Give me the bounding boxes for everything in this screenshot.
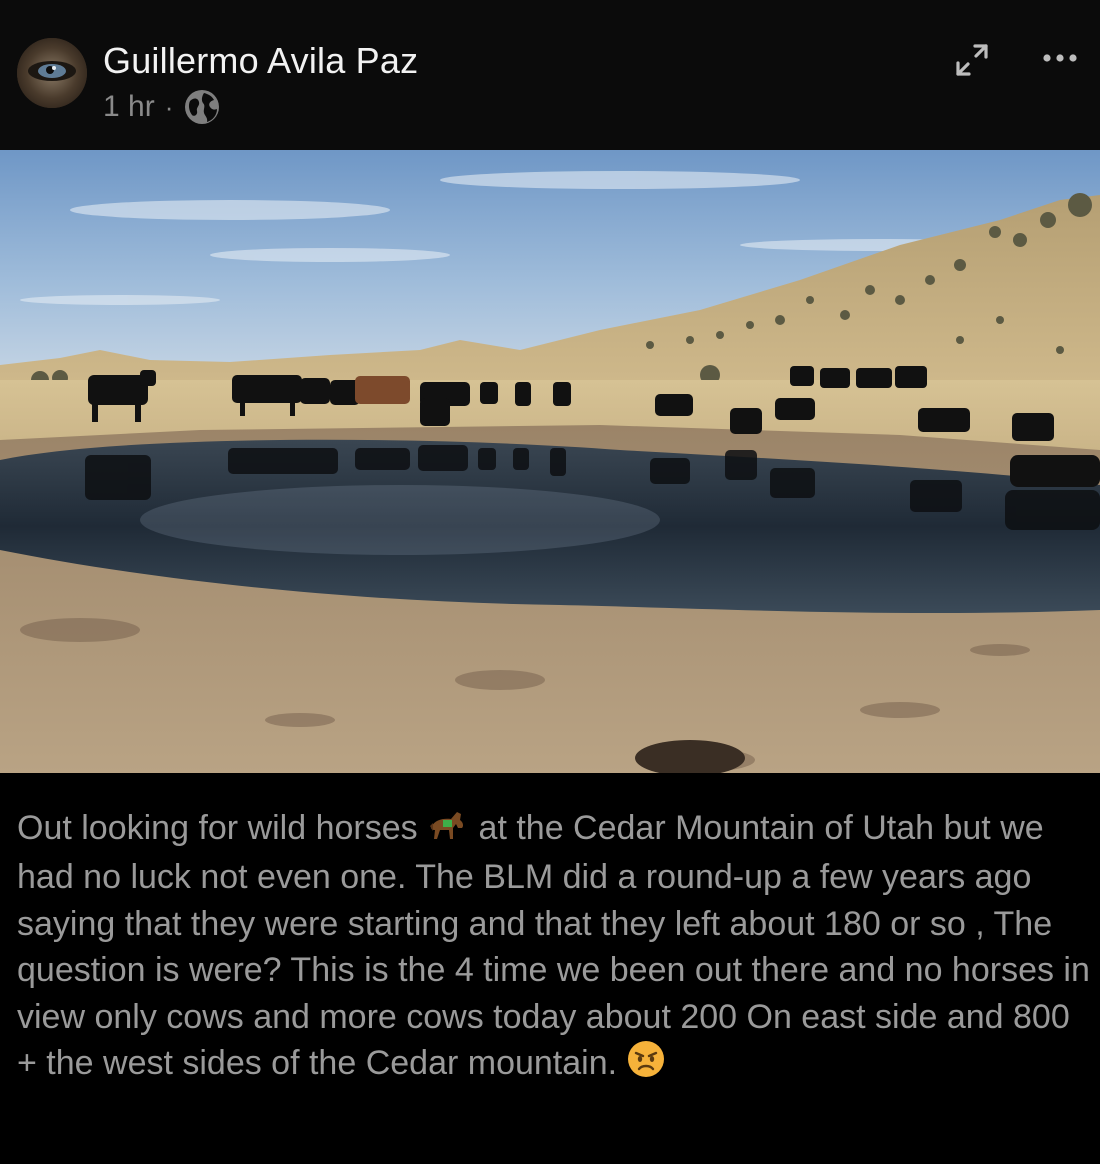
post-photo[interactable]	[0, 150, 1100, 773]
post-text-part-1: Out looking for wild horses	[17, 809, 418, 847]
post-time[interactable]: 1 hr	[103, 90, 155, 124]
post-text: Out looking for wild horses at the Cedar…	[17, 805, 1092, 1091]
horse-emoji	[427, 806, 469, 855]
angry-face-emoji	[627, 1040, 665, 1091]
expand-icon[interactable]	[952, 40, 992, 80]
author-avatar[interactable]	[17, 38, 87, 108]
meta-separator: ·	[164, 91, 174, 122]
post-header: Guillermo Avila Paz 1 hr ·	[0, 0, 1100, 150]
author-name[interactable]: Guillermo Avila Paz	[103, 40, 418, 82]
more-options-icon[interactable]	[1040, 44, 1080, 68]
globe-icon	[185, 90, 220, 124]
post-text-part-2: at the Cedar Mountain of Utah but we had…	[17, 809, 1090, 1083]
post-meta: 1 hr ·	[103, 88, 221, 126]
